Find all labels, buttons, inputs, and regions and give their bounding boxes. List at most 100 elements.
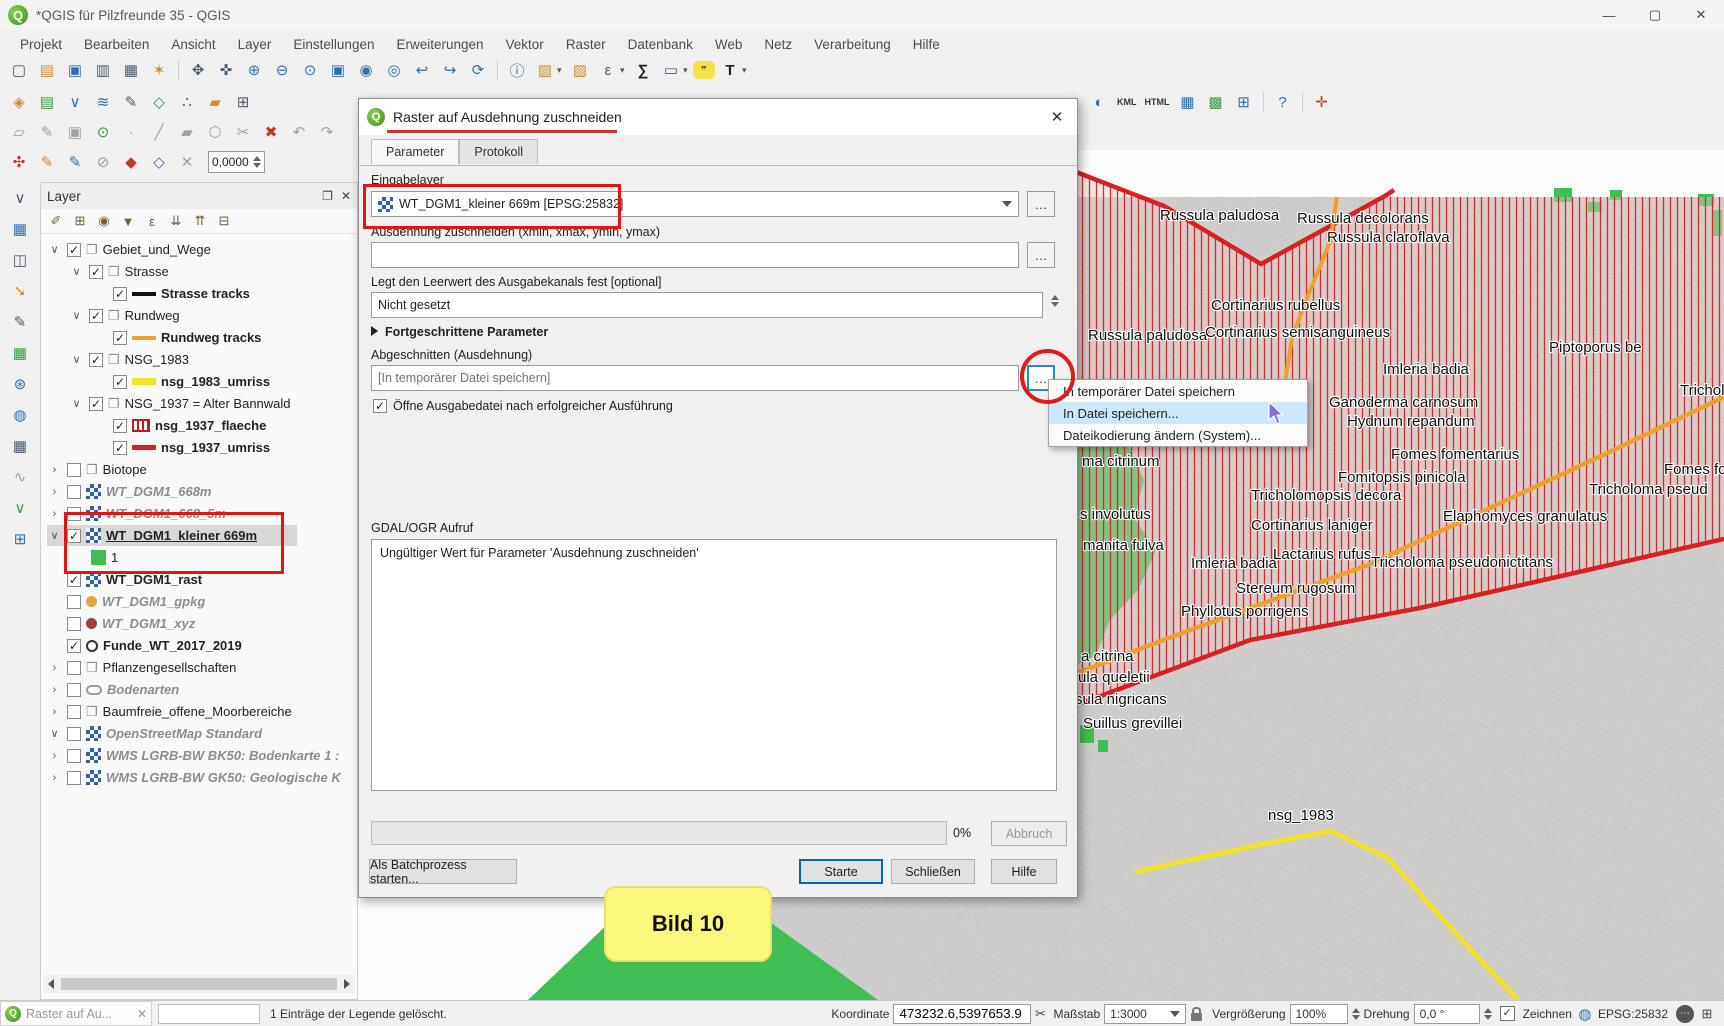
menu-raster[interactable]: Raster [556, 33, 616, 56]
layer-checkbox[interactable] [67, 617, 81, 631]
layers-panel-hscrollbar[interactable] [43, 975, 355, 993]
layer-checkbox[interactable]: ✓ [113, 419, 127, 433]
new-virtual-layer-icon[interactable]: ▰ [202, 90, 228, 114]
add-grid-layer-icon[interactable]: ▦ [7, 341, 33, 365]
layer-checkbox[interactable]: ✓ [67, 243, 81, 257]
layer-checkbox[interactable] [67, 595, 81, 609]
color-grid-icon[interactable]: ▩ [1203, 90, 1229, 114]
collapse-icon[interactable]: › [47, 464, 62, 476]
batch-process-button[interactable]: Als Batchprozess starten... [369, 859, 517, 884]
leerwert-input[interactable] [371, 292, 1043, 318]
menu-erweiterungen[interactable]: Erweiterungen [386, 33, 493, 56]
rotation-spinbox[interactable]: 0,0000 [208, 151, 265, 173]
layer-checkbox[interactable]: ✓ [89, 309, 103, 323]
koordinate-input[interactable] [893, 1004, 1031, 1024]
delete-ring-icon[interactable]: ⊘ [90, 150, 116, 174]
starte-button[interactable]: Starte [799, 859, 883, 884]
open-after-checkbox[interactable]: ✓ [373, 399, 387, 413]
minimize-button[interactable]: — [1586, 0, 1632, 30]
filter-legend-icon[interactable]: ▼ [119, 212, 137, 230]
statistical-summary-icon[interactable]: ∑ [630, 58, 656, 82]
menu-layer[interactable]: Layer [228, 33, 282, 56]
gdal-command-textarea[interactable]: Ungültiger Wert für Parameter 'Ausdehnun… [371, 539, 1057, 791]
collapse-all-icon[interactable]: ⇈ [191, 212, 209, 230]
layer-checkbox[interactable] [67, 727, 81, 741]
task-close-icon[interactable]: ✕ [137, 1007, 147, 1021]
extent-tracking-icon[interactable]: ✂ [1031, 1006, 1049, 1022]
schliessen-button[interactable]: Schließen [891, 859, 975, 884]
project-save-icon[interactable]: ▣ [62, 58, 88, 82]
layer-strasse-tracks[interactable]: ✓ Strasse tracks [113, 283, 250, 304]
select-by-expression-icon[interactable]: ε [595, 58, 621, 82]
digitize-point-icon[interactable]: ⊙ [90, 120, 116, 144]
layer-group-gebiet-und-wege[interactable]: ∨ ✓ ❐ Gebiet_und_Wege [47, 239, 211, 260]
spin-arrows-icon[interactable] [1484, 1008, 1492, 1020]
expand-icon[interactable]: ∨ [47, 529, 62, 542]
layer-nsg-1937-umriss[interactable]: ✓ nsg_1937_umriss [113, 437, 270, 458]
close-button[interactable]: ✕ [1678, 0, 1724, 30]
float-panel-icon[interactable]: ❐ [322, 189, 333, 203]
menu-datenbank[interactable]: Datenbank [618, 33, 703, 56]
offset-curve-icon[interactable]: ◇ [146, 150, 172, 174]
chevron-down-icon[interactable]: ▾ [557, 65, 565, 76]
layer-group-rundweg[interactable]: ∨ ✓ ❐ Rundweg [69, 305, 180, 326]
layer-checkbox[interactable] [67, 661, 81, 675]
layer-wms-bk50[interactable]: › WMS LGRB-BW BK50: Bodenkarte 1 : [47, 745, 339, 766]
layer-nsg-1983-umriss[interactable]: ✓ nsg_1983_umriss [113, 371, 270, 392]
style-manager-icon[interactable]: ✶ [146, 58, 172, 82]
layer-checkbox[interactable]: ✓ [89, 353, 103, 367]
layer-group-nsg-1983[interactable]: ∨ ✓ ❐ NSG_1983 [69, 349, 189, 370]
layer-wt-dgm1-gpkg[interactable]: WT_DGM1_gpkg [47, 591, 205, 612]
project-new-icon[interactable]: ▢ [6, 58, 32, 82]
layer-checkbox[interactable]: ✓ [113, 287, 127, 301]
open-after-row[interactable]: ✓ Öffne Ausgabedatei nach erfolgreicher … [373, 399, 673, 413]
menu-vektor[interactable]: Vektor [496, 33, 554, 56]
menu-bearbeiten[interactable]: Bearbeiten [74, 33, 159, 56]
tab-protokoll[interactable]: Protokoll [459, 139, 538, 164]
chevron-down-icon[interactable]: ▾ [683, 65, 691, 76]
georeferencer-icon[interactable]: ➘ [7, 279, 33, 303]
snapping-options-icon[interactable]: ✣ [6, 150, 32, 174]
html-export-icon[interactable]: HTML [1142, 90, 1173, 114]
processing-toolbox-icon[interactable]: ⊛ [7, 372, 33, 396]
new-geopackage-layer-icon[interactable]: ◇ [146, 90, 172, 114]
trim-extend-icon[interactable]: ✕ [174, 150, 200, 174]
chevron-down-icon[interactable]: ▾ [620, 65, 628, 76]
measure-line-icon[interactable]: ▭ [658, 58, 684, 82]
menu-item-dateikodierung[interactable]: Dateikodierung ändern (System)... [1049, 424, 1307, 446]
eingabelayer-combo[interactable]: WT_DGM1_kleiner 669m [EPSG:25832] [371, 191, 1019, 217]
menu-hilfe[interactable]: Hilfe [903, 33, 950, 56]
delete-selected-icon[interactable]: ✖ [258, 120, 284, 144]
zoom-to-layer-icon[interactable]: ◎ [381, 58, 407, 82]
zoom-out-icon[interactable]: ⊖ [269, 58, 295, 82]
digitize-polygon-icon[interactable]: ╱ [146, 120, 172, 144]
layout-manager-icon[interactable]: ▦ [118, 58, 144, 82]
select-features-icon[interactable]: ▧ [532, 58, 558, 82]
vertex-tool-icon[interactable]: ⬡ [202, 120, 228, 144]
layer-funde-wt-2017-2019[interactable]: ✓ Funde_WT_2017_2019 [47, 635, 242, 656]
crosshair-icon[interactable]: ✛ [1309, 90, 1335, 114]
zoom-native-icon[interactable]: ⊙ [297, 58, 323, 82]
topology-checker-icon[interactable]: ∿ [7, 465, 33, 489]
vertex-editor-icon[interactable]: ∨ [7, 186, 33, 210]
collapse-icon[interactable]: › [47, 750, 62, 762]
add-spatialite-layer-icon[interactable]: ▦ [7, 217, 33, 241]
layer-checkbox[interactable] [67, 485, 81, 499]
layer-checkbox[interactable]: ✓ [113, 375, 127, 389]
move-feature-icon[interactable]: ▰ [174, 120, 200, 144]
layer-group-nsg-1937[interactable]: ∨ ✓ ❐ NSG_1937 = Alter Bannwald [69, 393, 291, 414]
layer-checkbox[interactable] [67, 463, 81, 477]
layer-openstreetmap-standard[interactable]: ∨ OpenStreetMap Standard [47, 723, 262, 744]
collapse-icon[interactable]: › [47, 684, 62, 696]
zeichnen-checkbox[interactable]: ✓ [1500, 1006, 1515, 1021]
close-panel-icon[interactable]: ✕ [341, 189, 351, 203]
add-mesh-layer-icon[interactable]: ≋ [90, 90, 116, 114]
zoom-in-icon[interactable]: ⊕ [241, 58, 267, 82]
menu-verarbeitung[interactable]: Verarbeitung [804, 33, 901, 56]
ausdehnung-input[interactable] [371, 242, 1019, 268]
epsg-label[interactable]: EPSG:25832 [1598, 1007, 1668, 1021]
minimized-dialog-task-button[interactable]: Q Raster auf Au... ✕ [0, 1001, 152, 1026]
expand-icon[interactable]: ∨ [47, 727, 62, 740]
layer-bodenarten[interactable]: › Bodenarten [47, 679, 179, 700]
add-raster-plus-icon[interactable]: ▦ [1175, 90, 1201, 114]
